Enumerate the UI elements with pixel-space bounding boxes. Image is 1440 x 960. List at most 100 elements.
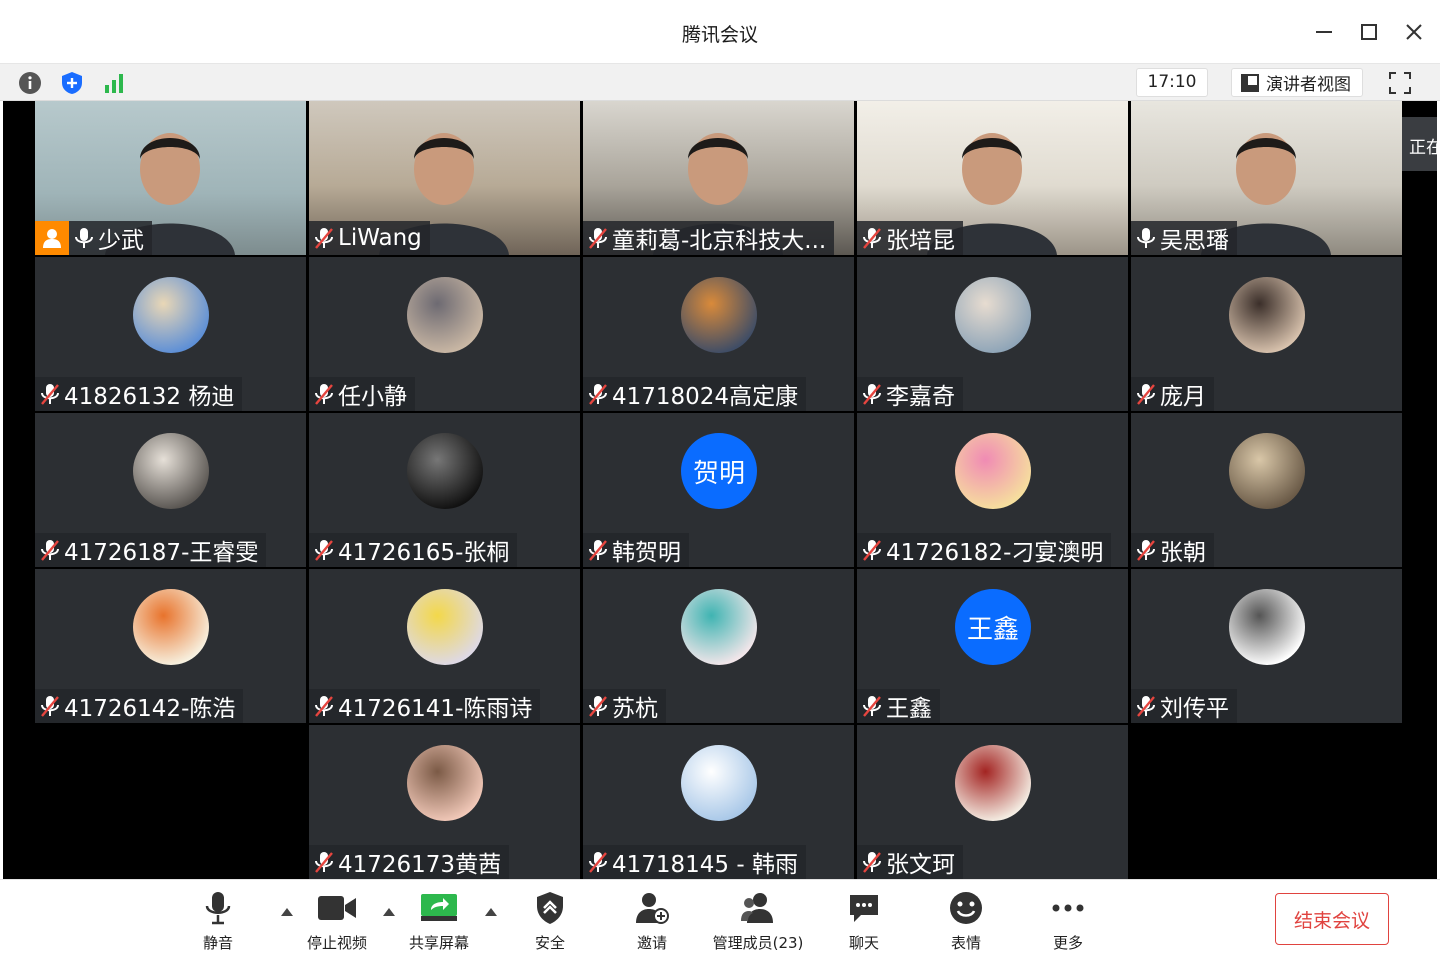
participant-tile[interactable]: 贺明 韩贺明 xyxy=(583,413,854,567)
participant-tile[interactable]: 李嘉奇 xyxy=(857,257,1128,411)
mic-muted-icon xyxy=(587,850,609,874)
add-person-icon xyxy=(636,893,669,924)
participant-name: 任小静 xyxy=(338,384,407,410)
audio-options-caret[interactable] xyxy=(279,904,295,920)
participant-name: 张文珂 xyxy=(886,852,955,878)
mute-button[interactable]: 静音 xyxy=(196,888,240,954)
microphone-icon xyxy=(73,226,95,250)
video-tile[interactable]: 张培昆 xyxy=(857,101,1128,255)
participant-name: 41726187-王睿雯 xyxy=(64,540,259,566)
participant-tile[interactable]: 41726187-王睿雯 xyxy=(35,413,306,567)
participant-name: 41726142-陈浩 xyxy=(64,696,236,722)
participant-name: 苏杭 xyxy=(612,696,658,722)
avatar xyxy=(407,277,483,353)
mic-muted-icon xyxy=(313,226,335,250)
participant-tile[interactable]: 41726173黄茜 xyxy=(309,725,580,879)
reactions-label: 表情 xyxy=(950,934,981,952)
participant-name: 41726141-陈雨诗 xyxy=(338,696,533,722)
members-icon xyxy=(741,893,773,923)
more-button[interactable]: 更多 xyxy=(1044,888,1092,954)
speaker-view-button[interactable]: 演讲者视图 xyxy=(1231,68,1363,97)
participant-tile[interactable]: 41726141-陈雨诗 xyxy=(309,569,580,723)
mic-muted-icon xyxy=(861,694,883,718)
participant-name-tag: 童莉葛-北京科技大... xyxy=(583,221,835,255)
participant-name-tag: 王鑫 xyxy=(857,689,940,723)
participant-tile[interactable]: 41718145 - 韩雨 xyxy=(583,725,854,879)
participant-name-tag: 李嘉奇 xyxy=(857,377,963,411)
participant-name: LiWang xyxy=(338,225,422,251)
avatar xyxy=(1229,277,1305,353)
reactions-button[interactable]: 表情 xyxy=(942,888,990,954)
video-tile[interactable]: 童莉葛-北京科技大... xyxy=(583,101,854,255)
participant-name-tag: 任小静 xyxy=(309,377,415,411)
microphone-icon xyxy=(205,892,231,925)
participant-name-tag: 韩贺明 xyxy=(583,533,689,567)
participant-tile[interactable]: 苏杭 xyxy=(583,569,854,723)
close-button[interactable] xyxy=(1400,18,1428,46)
participant-tile[interactable]: 41726142-陈浩 xyxy=(35,569,306,723)
participant-name: 韩贺明 xyxy=(612,540,681,566)
video-tile[interactable]: LiWang xyxy=(309,101,580,255)
mic-muted-icon xyxy=(39,694,61,718)
chat-button[interactable]: 聊天 xyxy=(840,888,888,954)
mic-muted-icon xyxy=(587,694,609,718)
meeting-info-button[interactable] xyxy=(16,69,44,97)
end-meeting-button[interactable]: 结束会议 xyxy=(1275,893,1389,945)
meeting-duration: 17:10 xyxy=(1136,68,1208,97)
participant-name-tag: 苏杭 xyxy=(583,689,666,723)
share-options-caret[interactable] xyxy=(483,904,499,920)
fullscreen-icon xyxy=(1389,71,1411,94)
participant-tile[interactable]: 41718024高定康 xyxy=(583,257,854,411)
participant-name-tag: 张文珂 xyxy=(857,845,963,879)
video-options-caret[interactable] xyxy=(381,904,397,920)
caret-up-icon xyxy=(383,908,395,916)
maximize-button[interactable] xyxy=(1355,18,1383,46)
participant-name: 41718145 - 韩雨 xyxy=(612,852,798,878)
avatar xyxy=(681,589,757,665)
participant-name-tag: 41726173黄茜 xyxy=(309,845,510,879)
security-status-button[interactable] xyxy=(58,69,86,97)
window-title: 腾讯会议 xyxy=(681,24,758,46)
participant-name-tag: 41726165-张桐 xyxy=(309,533,518,567)
minimize-button[interactable] xyxy=(1310,18,1338,46)
invite-label: 邀请 xyxy=(636,934,667,952)
manage-members-label: 管理成员(23) xyxy=(712,934,804,952)
host-icon xyxy=(35,221,69,255)
participant-tile[interactable]: 张文珂 xyxy=(857,725,1128,879)
avatar xyxy=(955,277,1031,353)
manage-members-button[interactable]: 管理成员(23) xyxy=(708,888,808,954)
stop-video-button[interactable]: 停止视频 xyxy=(300,888,374,954)
mic-muted-icon xyxy=(313,538,335,562)
participant-name: 41718024高定康 xyxy=(612,384,799,410)
share-screen-icon xyxy=(421,894,457,921)
participant-name: 童莉葛-北京科技大... xyxy=(612,228,827,254)
fullscreen-button[interactable] xyxy=(1382,68,1418,97)
security-button[interactable]: 安全 xyxy=(526,888,574,954)
mic-muted-icon xyxy=(1135,694,1157,718)
share-screen-button[interactable]: 共享屏幕 xyxy=(402,888,476,954)
smiley-icon xyxy=(950,892,982,924)
participant-name: 41726165-张桐 xyxy=(338,540,510,566)
network-status-button[interactable] xyxy=(100,69,128,97)
avatar xyxy=(1229,589,1305,665)
mic-muted-icon xyxy=(1135,538,1157,562)
avatar xyxy=(955,433,1031,509)
signal-bars-icon xyxy=(105,74,123,93)
close-icon xyxy=(1406,24,1422,40)
participant-tile[interactable]: 任小静 xyxy=(309,257,580,411)
participant-tile[interactable]: 41826132 杨迪 xyxy=(35,257,306,411)
participant-tile[interactable]: 张朝 xyxy=(1131,413,1402,567)
participant-tile[interactable]: 刘传平 xyxy=(1131,569,1402,723)
video-tile[interactable]: 吴思璠 xyxy=(1131,101,1402,255)
participant-name: 张朝 xyxy=(1160,540,1206,566)
participant-tile[interactable]: 王鑫 王鑫 xyxy=(857,569,1128,723)
chat-bubble-icon xyxy=(850,895,878,922)
participant-tile[interactable]: 41726182-刁宴澳明 xyxy=(857,413,1128,567)
participant-tile[interactable]: 庞月 xyxy=(1131,257,1402,411)
avatar xyxy=(133,589,209,665)
participant-tile[interactable]: 41726165-张桐 xyxy=(309,413,580,567)
video-tile[interactable]: 少武 xyxy=(35,101,306,255)
avatar xyxy=(681,277,757,353)
mic-muted-icon xyxy=(39,382,61,406)
invite-button[interactable]: 邀请 xyxy=(628,888,676,954)
